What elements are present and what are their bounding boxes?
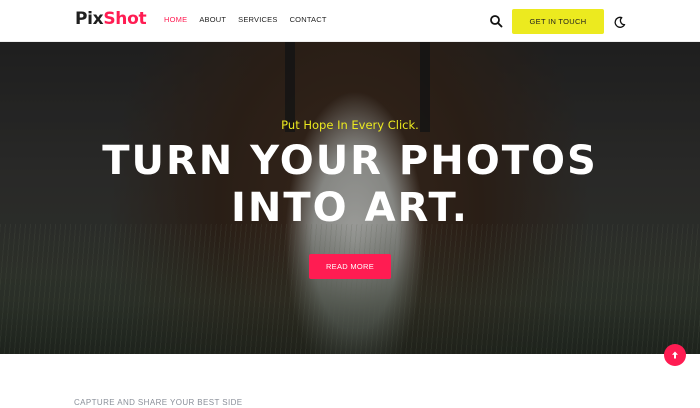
moon-icon xyxy=(614,16,626,28)
logo-text-shot: Shot xyxy=(103,9,147,29)
nav-item-contact[interactable]: CONTACT xyxy=(290,15,327,25)
read-more-button[interactable]: READ MORE xyxy=(309,254,391,279)
logo[interactable]: PixShot xyxy=(75,8,147,30)
theme-toggle-button[interactable] xyxy=(613,14,626,28)
nav-item-about[interactable]: ABOUT xyxy=(199,15,226,25)
hero-headline-line-1: TURN YOUR PHOTOS xyxy=(102,138,598,184)
arrow-up-icon xyxy=(672,351,678,359)
nav-item-services[interactable]: SERVICES xyxy=(238,15,277,25)
site-header: PixShot HOME ABOUT SERVICES CONTACT GET … xyxy=(0,0,700,42)
get-in-touch-button[interactable]: GET IN TOUCH xyxy=(512,9,604,34)
nav-item-home[interactable]: HOME xyxy=(164,15,187,25)
hero-tagline: Put Hope In Every Click. xyxy=(281,118,419,132)
hero-headline: TURN YOUR PHOTOS INTO ART. xyxy=(0,138,700,232)
hero-section: Put Hope In Every Click. TURN YOUR PHOTO… xyxy=(0,42,700,354)
scroll-to-top-button[interactable] xyxy=(664,344,686,366)
logo-text-pix: Pix xyxy=(75,9,104,29)
search-button[interactable] xyxy=(489,13,503,28)
hero-headline-line-2: INTO ART. xyxy=(231,185,469,231)
main-nav: HOME ABOUT SERVICES CONTACT xyxy=(164,15,327,25)
search-icon xyxy=(490,15,503,28)
section-subtitle: CAPTURE AND SHARE YOUR BEST SIDE xyxy=(74,398,243,407)
